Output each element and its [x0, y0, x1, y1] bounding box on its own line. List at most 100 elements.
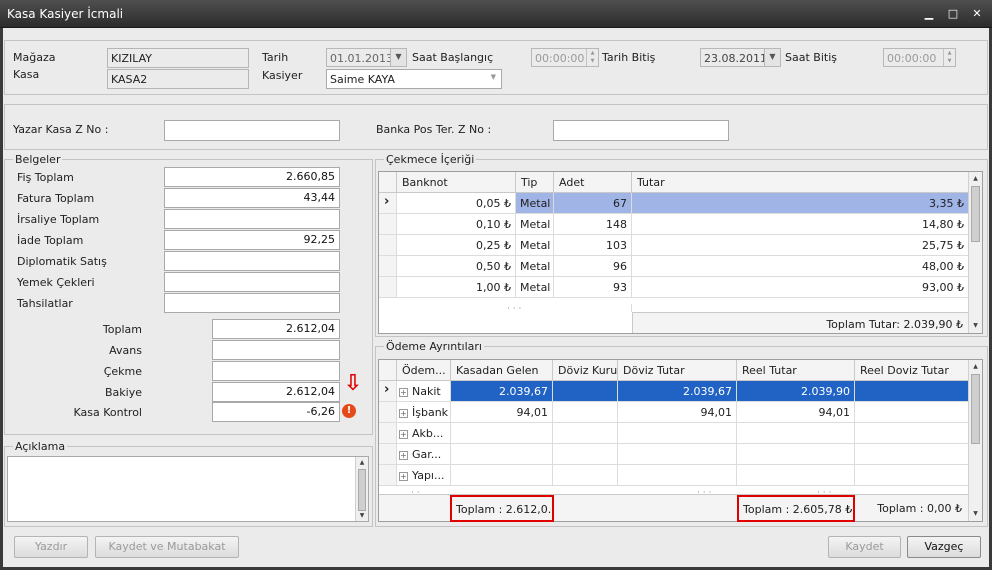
- doviz-tutar-cell[interactable]: [618, 444, 737, 465]
- close-button[interactable]: ✕: [968, 7, 986, 21]
- doviz-kuru-cell[interactable]: [553, 381, 618, 402]
- tip-cell[interactable]: Metal: [516, 235, 554, 256]
- row-indicator[interactable]: [379, 277, 397, 298]
- kasadan-gelen-cell[interactable]: 2.039,67: [451, 381, 553, 402]
- doviz-tutar-cell[interactable]: [618, 423, 737, 444]
- adet-cell[interactable]: 148: [554, 214, 632, 235]
- scroll-up-icon[interactable]: ▲: [969, 175, 982, 182]
- tarih-date-picker[interactable]: 01.01.2013 ▼: [326, 48, 407, 67]
- col-reel-tutar[interactable]: Reel Tutar: [737, 360, 855, 381]
- banknot-cell[interactable]: 0,05 ₺: [397, 193, 516, 214]
- row-indicator[interactable]: [379, 235, 397, 256]
- adet-cell[interactable]: 96: [554, 256, 632, 277]
- tutar-cell[interactable]: 93,00 ₺: [632, 277, 969, 298]
- row-indicator[interactable]: ›: [379, 193, 397, 214]
- tutar-cell[interactable]: 48,00 ₺: [632, 256, 969, 277]
- banka-pos-z-no-input[interactable]: [553, 120, 729, 141]
- col-odeme[interactable]: Ödem...: [397, 360, 451, 381]
- spin-icon[interactable]: ▲ ▼: [586, 49, 598, 66]
- kaydet-ve-mutabakat-button[interactable]: Kaydet ve Mutabakat: [95, 536, 239, 558]
- expand-icon[interactable]: +: [399, 408, 408, 418]
- scroll-thumb[interactable]: [971, 374, 980, 444]
- summary-input[interactable]: [212, 340, 340, 360]
- kasadan-gelen-cell[interactable]: [451, 423, 553, 444]
- col-doviz-kuru[interactable]: Döviz Kuru: [553, 360, 618, 381]
- row-indicator[interactable]: [379, 444, 397, 465]
- belgeler-row-input[interactable]: [164, 209, 340, 229]
- summary-input[interactable]: -6,26: [212, 402, 340, 422]
- odeme-name-cell[interactable]: + Yapı...: [397, 465, 451, 486]
- banknot-cell[interactable]: 0,10 ₺: [397, 214, 516, 235]
- tip-cell[interactable]: Metal: [516, 214, 554, 235]
- kasadan-gelen-cell[interactable]: [451, 444, 553, 465]
- belgeler-row-input[interactable]: 2.660,85: [164, 167, 340, 187]
- odeme-name-cell[interactable]: + Gar...: [397, 444, 451, 465]
- kasadan-gelen-cell[interactable]: 94,01: [451, 402, 553, 423]
- reel-doviz-tutar-cell[interactable]: [855, 444, 969, 465]
- row-indicator[interactable]: [379, 214, 397, 235]
- row-indicator[interactable]: [379, 256, 397, 277]
- scroll-down-icon[interactable]: ▼: [356, 512, 368, 519]
- saat-baslangic-field[interactable]: 00:00:00 ▲ ▼: [531, 48, 599, 67]
- banknot-cell[interactable]: 0,50 ₺: [397, 256, 516, 277]
- chevron-down-icon[interactable]: ▼: [764, 49, 780, 66]
- spin-icon[interactable]: ▲ ▼: [943, 49, 955, 66]
- col-tip[interactable]: Tip: [516, 172, 554, 193]
- minimize-button[interactable]: ▁: [920, 7, 938, 21]
- adet-cell[interactable]: 103: [554, 235, 632, 256]
- reel-tutar-cell[interactable]: 2.039,90: [737, 381, 855, 402]
- chevron-down-icon[interactable]: ▼: [390, 49, 406, 66]
- col-tutar[interactable]: Tutar: [632, 172, 969, 193]
- scroll-up-icon[interactable]: ▲: [969, 363, 982, 370]
- doviz-kuru-cell[interactable]: [553, 423, 618, 444]
- belgeler-row-input[interactable]: [164, 272, 340, 292]
- tip-cell[interactable]: Metal: [516, 256, 554, 277]
- summary-input[interactable]: 2.612,04: [212, 319, 340, 339]
- reel-tutar-cell[interactable]: [737, 444, 855, 465]
- col-doviz-tutar[interactable]: Döviz Tutar: [618, 360, 737, 381]
- col-adet[interactable]: Adet: [554, 172, 632, 193]
- kasiyer-combobox[interactable]: Saime KAYA ▼: [326, 69, 502, 89]
- doviz-tutar-cell[interactable]: 2.039,67: [618, 381, 737, 402]
- tip-cell[interactable]: Metal: [516, 277, 554, 298]
- tip-cell[interactable]: Metal: [516, 193, 554, 214]
- doviz-kuru-cell[interactable]: [553, 444, 618, 465]
- scroll-thumb[interactable]: [358, 469, 366, 511]
- scroll-up-icon[interactable]: ▲: [356, 459, 368, 466]
- odeme-name-cell[interactable]: + Nakit: [397, 381, 451, 402]
- maximize-button[interactable]: □: [944, 7, 962, 21]
- yazar-kasa-z-no-input[interactable]: [164, 120, 340, 141]
- yazdir-button[interactable]: Yazdır: [14, 536, 88, 558]
- chevron-down-icon[interactable]: ▼: [491, 73, 496, 81]
- odeme-scrollbar[interactable]: ▲ ▼: [968, 360, 982, 521]
- banknot-cell[interactable]: 1,00 ₺: [397, 277, 516, 298]
- reel-tutar-cell[interactable]: [737, 465, 855, 486]
- col-banknot[interactable]: Banknot: [397, 172, 516, 193]
- aciklama-textarea[interactable]: ▲ ▼: [7, 456, 369, 522]
- tarih-bitis-date-picker[interactable]: 23.08.2011 ▼: [700, 48, 781, 67]
- doviz-tutar-cell[interactable]: [618, 465, 737, 486]
- adet-cell[interactable]: 67: [554, 193, 632, 214]
- vazgec-button[interactable]: Vazgeç: [907, 536, 981, 558]
- saat-bitis-field[interactable]: 00:00:00 ▲ ▼: [883, 48, 956, 67]
- reel-tutar-cell[interactable]: 94,01: [737, 402, 855, 423]
- belgeler-row-input[interactable]: 43,44: [164, 188, 340, 208]
- scroll-down-icon[interactable]: ▼: [969, 322, 982, 329]
- summary-input[interactable]: 2.612,04: [212, 382, 340, 402]
- row-indicator[interactable]: ›: [379, 381, 397, 402]
- doviz-tutar-cell[interactable]: 94,01: [618, 402, 737, 423]
- adet-cell[interactable]: 93: [554, 277, 632, 298]
- belgeler-row-input[interactable]: 92,25: [164, 230, 340, 250]
- tutar-cell[interactable]: 3,35 ₺: [632, 193, 969, 214]
- reel-doviz-tutar-cell[interactable]: [855, 423, 969, 444]
- expand-icon[interactable]: +: [399, 450, 408, 460]
- scroll-down-icon[interactable]: ▼: [969, 510, 982, 517]
- belgeler-row-input[interactable]: [164, 251, 340, 271]
- summary-input[interactable]: [212, 361, 340, 381]
- expand-icon[interactable]: +: [399, 429, 408, 439]
- belgeler-row-input[interactable]: [164, 293, 340, 313]
- row-indicator[interactable]: [379, 465, 397, 486]
- odeme-name-cell[interactable]: + Akb...: [397, 423, 451, 444]
- kaydet-button[interactable]: Kaydet: [828, 536, 901, 558]
- kasadan-gelen-cell[interactable]: [451, 465, 553, 486]
